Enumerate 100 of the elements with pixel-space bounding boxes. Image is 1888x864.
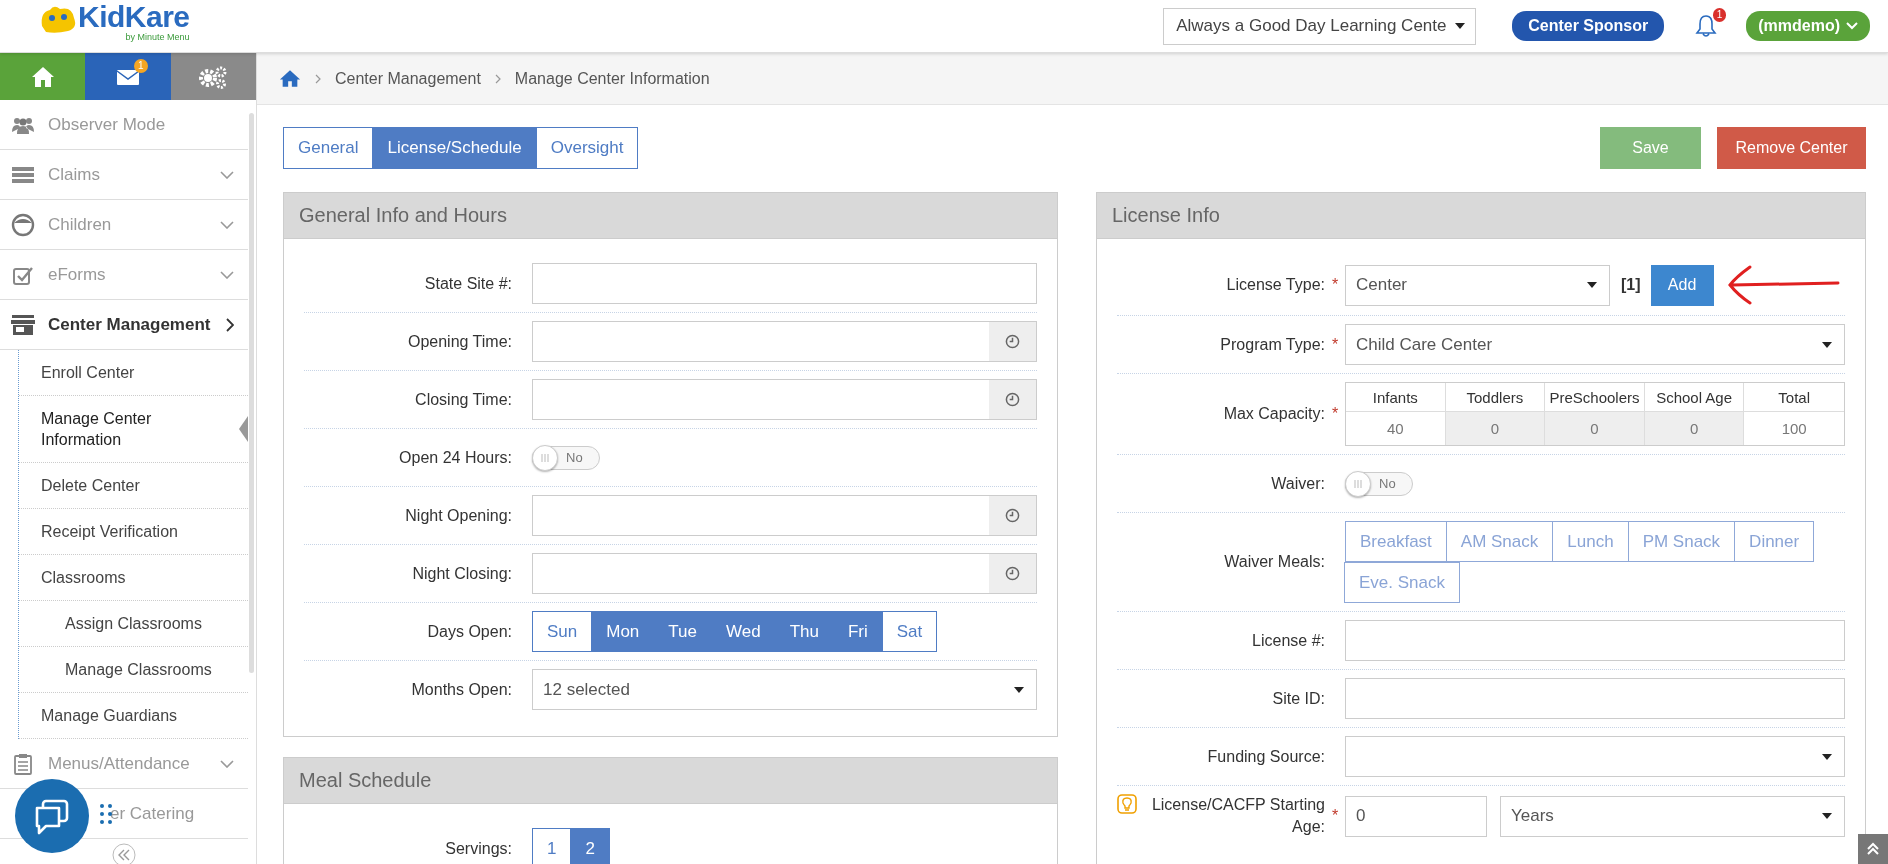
- input-field[interactable]: [532, 263, 1037, 304]
- remove-button[interactable]: Remove Center: [1717, 127, 1866, 169]
- sidebar-subitem[interactable]: Classrooms: [19, 555, 248, 601]
- capacity-field[interactable]: 100: [1744, 412, 1844, 445]
- store-icon: [10, 314, 36, 335]
- field-label: Max Capacity:: [1223, 404, 1325, 424]
- dots-icon: [100, 803, 112, 825]
- sidebar-item[interactable]: Center Management: [0, 300, 248, 350]
- lightbulb-icon[interactable]: [1117, 794, 1137, 814]
- sponsor-button[interactable]: Center Sponsor: [1512, 11, 1665, 41]
- option-button[interactable]: Wed: [711, 611, 776, 652]
- sidebar-item[interactable]: eForms: [0, 250, 248, 300]
- center-select[interactable]: Always a Good Day Learning Cente: [1163, 7, 1477, 45]
- sidebar-subitem[interactable]: Delete Center: [19, 463, 248, 509]
- collapse-icon[interactable]: [112, 843, 136, 864]
- field-label: Servings:: [445, 838, 512, 859]
- panel-title: License Info: [1097, 193, 1865, 239]
- time-field[interactable]: [532, 321, 1037, 362]
- input-field[interactable]: [1345, 620, 1845, 661]
- sidebar-item[interactable]: Claims: [0, 150, 248, 200]
- time-field[interactable]: [532, 553, 1037, 594]
- option-button[interactable]: 2: [570, 828, 610, 864]
- sidebar-subitem[interactable]: Receipt Verification: [19, 509, 248, 555]
- required-mark: *: [1331, 405, 1339, 423]
- field-label: Program Type:: [1220, 334, 1325, 355]
- caret-icon: [1822, 813, 1832, 819]
- field-label: Funding Source:: [1207, 746, 1325, 767]
- chevron-right-icon: [494, 73, 501, 84]
- user-menu-button[interactable]: (mmdemo): [1746, 11, 1870, 41]
- notification-count: 1: [1712, 8, 1727, 22]
- bell-icon[interactable]: [1694, 14, 1719, 38]
- tab[interactable]: License/Schedule: [373, 128, 537, 168]
- grip-icon: [540, 452, 550, 463]
- option-button[interactable]: Mon: [591, 611, 655, 652]
- clock-icon: [1005, 566, 1020, 581]
- caret-icon: [1014, 686, 1024, 693]
- field-label: Waiver:: [1271, 473, 1325, 494]
- sidebar-subitem[interactable]: Manage Guardians: [19, 693, 248, 739]
- required-mark: *: [1331, 335, 1339, 354]
- add-button[interactable]: Add: [1650, 264, 1714, 306]
- select-field[interactable]: Years: [1500, 795, 1845, 837]
- field-label: License #:: [1252, 630, 1325, 651]
- field-label: Open 24 Hours:: [399, 447, 512, 468]
- required-mark: *: [1331, 807, 1339, 825]
- nav-tile[interactable]: [170, 53, 256, 100]
- select-field[interactable]: 12 selected: [532, 669, 1037, 710]
- option-button[interactable]: Fri: [832, 611, 883, 652]
- field-label: Waiver Meals:: [1224, 552, 1325, 572]
- sidebar-subitem[interactable]: Manage Classrooms: [19, 647, 248, 693]
- chevron-right-icon: [226, 317, 234, 332]
- input-field[interactable]: 0: [1345, 795, 1487, 837]
- field-label: License Type:: [1226, 275, 1325, 295]
- select-field[interactable]: Center: [1345, 264, 1610, 306]
- capacity-field[interactable]: 40: [1346, 412, 1446, 445]
- home-icon[interactable]: [279, 69, 301, 88]
- toggle-switch[interactable]: No: [1345, 471, 1413, 496]
- clock-icon: [1005, 334, 1020, 349]
- gears-icon: [198, 64, 229, 89]
- option-button[interactable]: 1: [532, 828, 572, 864]
- option-button[interactable]: Sat: [881, 611, 938, 652]
- field-label: Opening Time:: [407, 331, 512, 352]
- field-label: License/CACFP Starting Age:: [1150, 795, 1325, 837]
- chevron-down-icon: [220, 220, 234, 229]
- input-field[interactable]: [1345, 678, 1845, 719]
- sidebar-subitem[interactable]: Enroll Center: [19, 350, 248, 396]
- option-button[interactable]: Thu: [774, 611, 834, 652]
- field-label: Night Closing:: [412, 563, 512, 584]
- field-label: Days Open:: [427, 621, 512, 642]
- breadcrumb-link[interactable]: Center Management: [335, 69, 481, 88]
- toggle-switch[interactable]: No: [532, 445, 600, 470]
- option-button[interactable]: Tue: [653, 611, 712, 652]
- child-icon: [10, 212, 36, 237]
- save-button[interactable]: Save: [1600, 127, 1701, 169]
- sidebar-item[interactable]: Observer Mode: [0, 100, 248, 150]
- field-label: State Site #:: [424, 273, 512, 294]
- column-header: Infants: [1346, 383, 1446, 412]
- logo-text: KidKare: [78, 2, 190, 32]
- chat-button[interactable]: [15, 779, 89, 853]
- sidebar-item[interactable]: Children: [0, 200, 248, 250]
- select-field[interactable]: [1345, 736, 1845, 777]
- select-field[interactable]: Child Care Center: [1345, 324, 1845, 365]
- column-header: Total: [1744, 383, 1844, 412]
- chevrons-up-icon: [1866, 842, 1880, 856]
- time-field[interactable]: [532, 379, 1037, 420]
- caret-icon: [1455, 23, 1466, 29]
- sidebar-subitem[interactable]: Assign Classrooms: [19, 601, 248, 647]
- grip-icon: [1353, 478, 1363, 489]
- mail-count: 1: [134, 59, 148, 73]
- caret-icon: [1822, 753, 1832, 760]
- users-icon: [10, 115, 36, 134]
- nav-tile[interactable]: [0, 53, 86, 100]
- mail-icon: [116, 67, 140, 86]
- field-label: Site ID:: [1272, 688, 1325, 709]
- scroll-top-button[interactable]: [1858, 834, 1888, 864]
- field-label: Night Opening:: [405, 505, 512, 526]
- time-field[interactable]: [532, 495, 1037, 536]
- option-button[interactable]: Sun: [532, 611, 593, 652]
- list-icon: [10, 166, 36, 183]
- chevron-down-icon: [220, 170, 234, 179]
- field-label: Months Open:: [411, 679, 512, 700]
